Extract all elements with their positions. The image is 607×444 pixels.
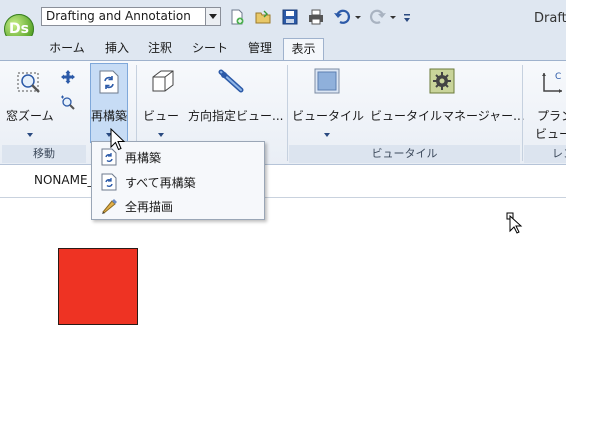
view-label[interactable]: ビュー [142,107,180,124]
menu-item-label: 再構築 [125,151,162,165]
chevron-down-icon[interactable] [205,8,220,25]
plan-view-label-1[interactable]: プラン [537,107,566,124]
undo-icon[interactable] [333,8,361,26]
menu-item-label: すべて再構築 [125,176,196,190]
panel-title-move: 移動 [33,147,55,160]
ribbon-tabs: ホーム 挿入 注釈 シート 管理 表示 [0,36,566,60]
redo-icon[interactable] [369,8,397,26]
regen-dropdown-menu: 再構築 すべて再構築 全再描画 [91,141,265,220]
save-icon[interactable] [281,8,299,26]
panel-title-render: レン [552,147,566,160]
ribbon: 窓ズーム 再構築 ビュー 方向指定ビュー... ビュータイル ビュータイルマネー… [0,60,566,165]
redraw-all-icon [102,199,117,214]
plan-view-icon[interactable]: C [541,69,566,97]
menu-item-label: 全再描画 [125,200,174,214]
tab-manage[interactable]: 管理 [243,38,277,60]
crosshair-cursor-icon [506,212,523,234]
tab-annotate[interactable]: 注釈 [143,38,177,60]
view-tile-manager-label[interactable]: ビュータイルマネージャー... [370,107,525,124]
chevron-down-icon[interactable] [324,133,330,137]
view-tile-label[interactable]: ビュータイル [292,107,364,124]
chevron-down-icon[interactable] [158,133,164,137]
oriented-view-label[interactable]: 方向指定ビュー... [188,107,283,124]
regen-all-icon [101,173,117,191]
open-folder-icon[interactable] [254,8,272,26]
chevron-down-icon[interactable] [27,133,33,137]
tab-insert[interactable]: 挿入 [100,38,134,60]
zoom-realtime-icon[interactable] [60,95,76,111]
panel-separator [522,65,523,161]
tab-home[interactable]: ホーム [46,38,88,60]
new-file-icon[interactable] [228,8,246,26]
window-zoom-icon[interactable] [16,69,44,97]
plan-view-label-2[interactable]: ビュー [535,125,566,142]
app-window: Ds Drafting and Annotation Draft ホーム 挿入 … [0,0,566,444]
oriented-view-icon[interactable] [218,69,246,95]
document-tab-bar: NONAME_0 [0,165,566,198]
print-icon[interactable] [307,8,325,26]
regen-label[interactable]: 再構築 [90,107,128,124]
regen-icon[interactable] [97,69,121,95]
svg-text:C: C [555,72,561,82]
tab-sheet[interactable]: シート [188,38,232,60]
menu-item-redraw-all[interactable]: 全再描画 [92,194,264,218]
arrow-cursor-icon [110,128,126,151]
workspace-select[interactable]: Drafting and Annotation [41,7,221,26]
workspace-value: Drafting and Annotation [46,9,191,23]
view-tile-manager-icon[interactable] [428,67,456,95]
pan-icon[interactable] [60,69,76,85]
menu-item-regen-all[interactable]: すべて再構築 [92,170,264,194]
tab-view[interactable]: 表示 [283,38,324,60]
customize-qat-icon[interactable] [401,8,413,26]
panel-separator [287,65,288,161]
title-bar: Ds Drafting and Annotation Draft [0,0,566,44]
red-square-shape[interactable] [58,248,138,325]
panel-title-viewtile: ビュータイル [371,147,438,160]
view-cube-icon[interactable] [147,67,177,97]
window-zoom-label[interactable]: 窓ズーム [6,107,54,124]
view-tile-icon[interactable] [313,67,341,95]
window-title: Draft [534,11,566,26]
